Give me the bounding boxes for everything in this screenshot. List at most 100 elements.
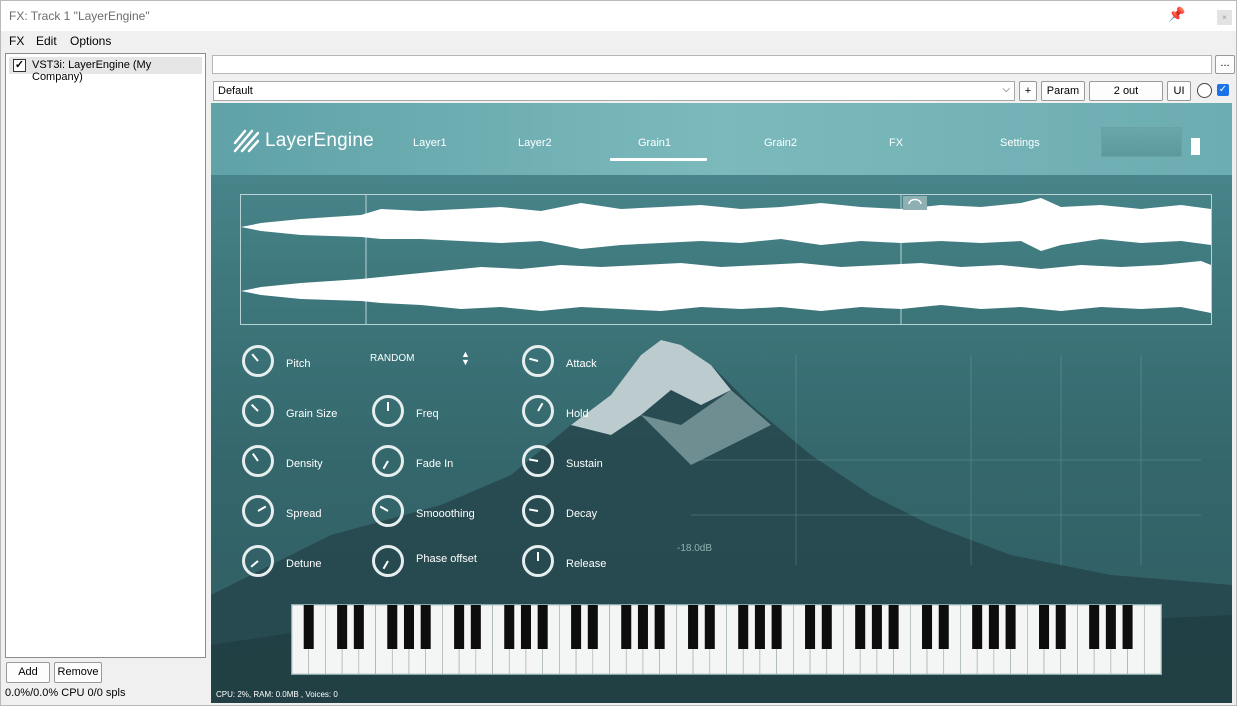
- black-key[interactable]: [637, 605, 648, 649]
- density-knob[interactable]: [242, 445, 274, 477]
- bypass-checkbox[interactable]: ✓: [1217, 84, 1229, 96]
- piano-keyboard[interactable]: [291, 604, 1162, 675]
- black-key[interactable]: [537, 605, 548, 649]
- meter-level-bar: [1191, 138, 1200, 155]
- spread-label: Spread: [286, 508, 322, 520]
- sustain-knob[interactable]: [522, 445, 554, 477]
- fade-in-knob[interactable]: [372, 445, 404, 477]
- param-button[interactable]: Param: [1041, 81, 1085, 101]
- freq-label: Freq: [416, 408, 439, 420]
- fx-enable-checkbox[interactable]: ✓: [13, 59, 26, 72]
- decay-label: Decay: [566, 508, 598, 520]
- preset-dropdown[interactable]: Default ⌵: [213, 81, 1015, 101]
- remove-button[interactable]: Remove: [54, 662, 102, 683]
- black-key[interactable]: [1105, 605, 1116, 649]
- random-mode-select[interactable]: RANDOM: [370, 353, 414, 364]
- black-key[interactable]: [571, 605, 582, 649]
- plugin-ui: LayerEngine Layer1 Layer2 Grain1 Grain2 …: [211, 103, 1232, 703]
- black-key[interactable]: [303, 605, 314, 649]
- browse-button[interactable]: ...: [1215, 55, 1235, 74]
- hold-label: Hold: [566, 408, 589, 420]
- tab-fx[interactable]: FX: [889, 137, 903, 149]
- black-key[interactable]: [871, 605, 882, 649]
- loop-icon[interactable]: [903, 196, 927, 210]
- black-key[interactable]: [420, 605, 431, 649]
- black-key[interactable]: [654, 605, 665, 649]
- black-key[interactable]: [754, 605, 765, 649]
- grain-size-label: Grain Size: [286, 408, 338, 420]
- title-bar[interactable]: FX: Track 1 "LayerEngine" 📌 ×: [1, 1, 1236, 31]
- black-key[interactable]: [587, 605, 598, 649]
- waveform-display[interactable]: [240, 194, 1212, 325]
- fx-name-field[interactable]: [212, 55, 1212, 74]
- add-preset-button[interactable]: +: [1019, 81, 1037, 101]
- menu-fx[interactable]: FX: [9, 34, 24, 48]
- black-key[interactable]: [805, 605, 816, 649]
- black-key[interactable]: [704, 605, 715, 649]
- black-key[interactable]: [387, 605, 398, 649]
- white-key[interactable]: [1143, 604, 1162, 675]
- tab-grain1[interactable]: Grain1: [638, 137, 671, 149]
- black-key[interactable]: [520, 605, 531, 649]
- black-key[interactable]: [1089, 605, 1100, 649]
- io-button[interactable]: 2 out: [1089, 81, 1163, 101]
- tab-settings[interactable]: Settings: [1000, 137, 1040, 149]
- black-key[interactable]: [922, 605, 933, 649]
- add-button[interactable]: Add: [6, 662, 50, 683]
- black-key[interactable]: [1039, 605, 1050, 649]
- black-key[interactable]: [1055, 605, 1066, 649]
- ui-button[interactable]: UI: [1167, 81, 1191, 101]
- fx-chain-list[interactable]: ✓ VST3i: LayerEngine (My Company): [5, 53, 206, 658]
- black-key[interactable]: [972, 605, 983, 649]
- black-key[interactable]: [454, 605, 465, 649]
- black-key[interactable]: [1122, 605, 1133, 649]
- black-key[interactable]: [688, 605, 699, 649]
- black-key[interactable]: [337, 605, 348, 649]
- black-key[interactable]: [988, 605, 999, 649]
- tab-layer2[interactable]: Layer2: [518, 137, 552, 149]
- black-key[interactable]: [403, 605, 414, 649]
- black-key[interactable]: [1005, 605, 1016, 649]
- black-key[interactable]: [470, 605, 481, 649]
- attack-label: Attack: [566, 358, 597, 370]
- wet-knob-icon[interactable]: [1197, 83, 1212, 98]
- black-key[interactable]: [821, 605, 832, 649]
- smoothing-label: Smooothing: [416, 508, 475, 520]
- black-key[interactable]: [771, 605, 782, 649]
- black-key[interactable]: [353, 605, 364, 649]
- black-key[interactable]: [855, 605, 866, 649]
- attack-knob[interactable]: [522, 345, 554, 377]
- phase-offset-knob[interactable]: [372, 545, 404, 577]
- close-icon[interactable]: ×: [1217, 10, 1232, 25]
- updown-arrows-icon[interactable]: ▲ ▼: [461, 350, 470, 367]
- tab-layer1[interactable]: Layer1: [413, 137, 447, 149]
- tab-grain2[interactable]: Grain2: [764, 137, 797, 149]
- hold-knob[interactable]: [522, 395, 554, 427]
- black-key[interactable]: [938, 605, 949, 649]
- pitch-knob[interactable]: [242, 345, 274, 377]
- menu-options[interactable]: Options: [70, 34, 111, 48]
- decay-knob[interactable]: [522, 495, 554, 527]
- grain-size-knob[interactable]: [242, 395, 274, 427]
- chevron-down-icon: ⌵: [1002, 84, 1010, 95]
- pin-icon[interactable]: 📌: [1168, 6, 1186, 24]
- smoothing-knob[interactable]: [372, 495, 404, 527]
- db-readout: -18.0dB: [677, 543, 713, 554]
- plugin-cpu-readout: CPU: 2%, RAM: 0.0MB , Voices: 0: [216, 690, 338, 699]
- release-knob[interactable]: [522, 545, 554, 577]
- detune-knob[interactable]: [242, 545, 274, 577]
- menu-edit[interactable]: Edit: [36, 34, 57, 48]
- spread-knob[interactable]: [242, 495, 274, 527]
- black-key[interactable]: [738, 605, 749, 649]
- phase-offset-label: Phase offset: [416, 553, 477, 565]
- brand-name: LayerEngine: [265, 130, 374, 152]
- black-key[interactable]: [888, 605, 899, 649]
- plugin-header: LayerEngine Layer1 Layer2 Grain1 Grain2 …: [211, 103, 1232, 175]
- fx-list-item[interactable]: ✓ VST3i: LayerEngine (My Company): [9, 57, 202, 83]
- black-key[interactable]: [621, 605, 632, 649]
- freq-knob[interactable]: [372, 395, 404, 427]
- pitch-label: Pitch: [286, 358, 311, 370]
- detune-label: Detune: [286, 558, 322, 570]
- active-tab-indicator: [610, 158, 707, 161]
- black-key[interactable]: [504, 605, 515, 649]
